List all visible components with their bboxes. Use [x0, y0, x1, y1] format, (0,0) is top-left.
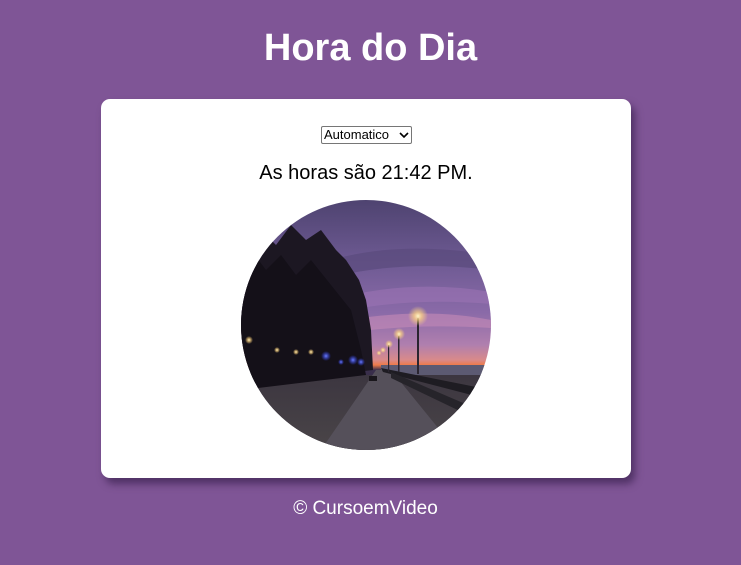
time-message: As horas são 21:42 PM.: [259, 162, 473, 184]
mode-select[interactable]: Automatico: [321, 126, 412, 144]
footer-copyright: © CursoemVideo: [293, 498, 438, 519]
main-card: Automatico As horas são 21:42 PM.: [101, 99, 631, 478]
chevron-down-icon: [397, 127, 411, 143]
time-of-day-photo: [241, 200, 491, 450]
page-title: Hora do Dia: [263, 27, 478, 69]
mode-select-value: Automatico: [324, 127, 390, 142]
